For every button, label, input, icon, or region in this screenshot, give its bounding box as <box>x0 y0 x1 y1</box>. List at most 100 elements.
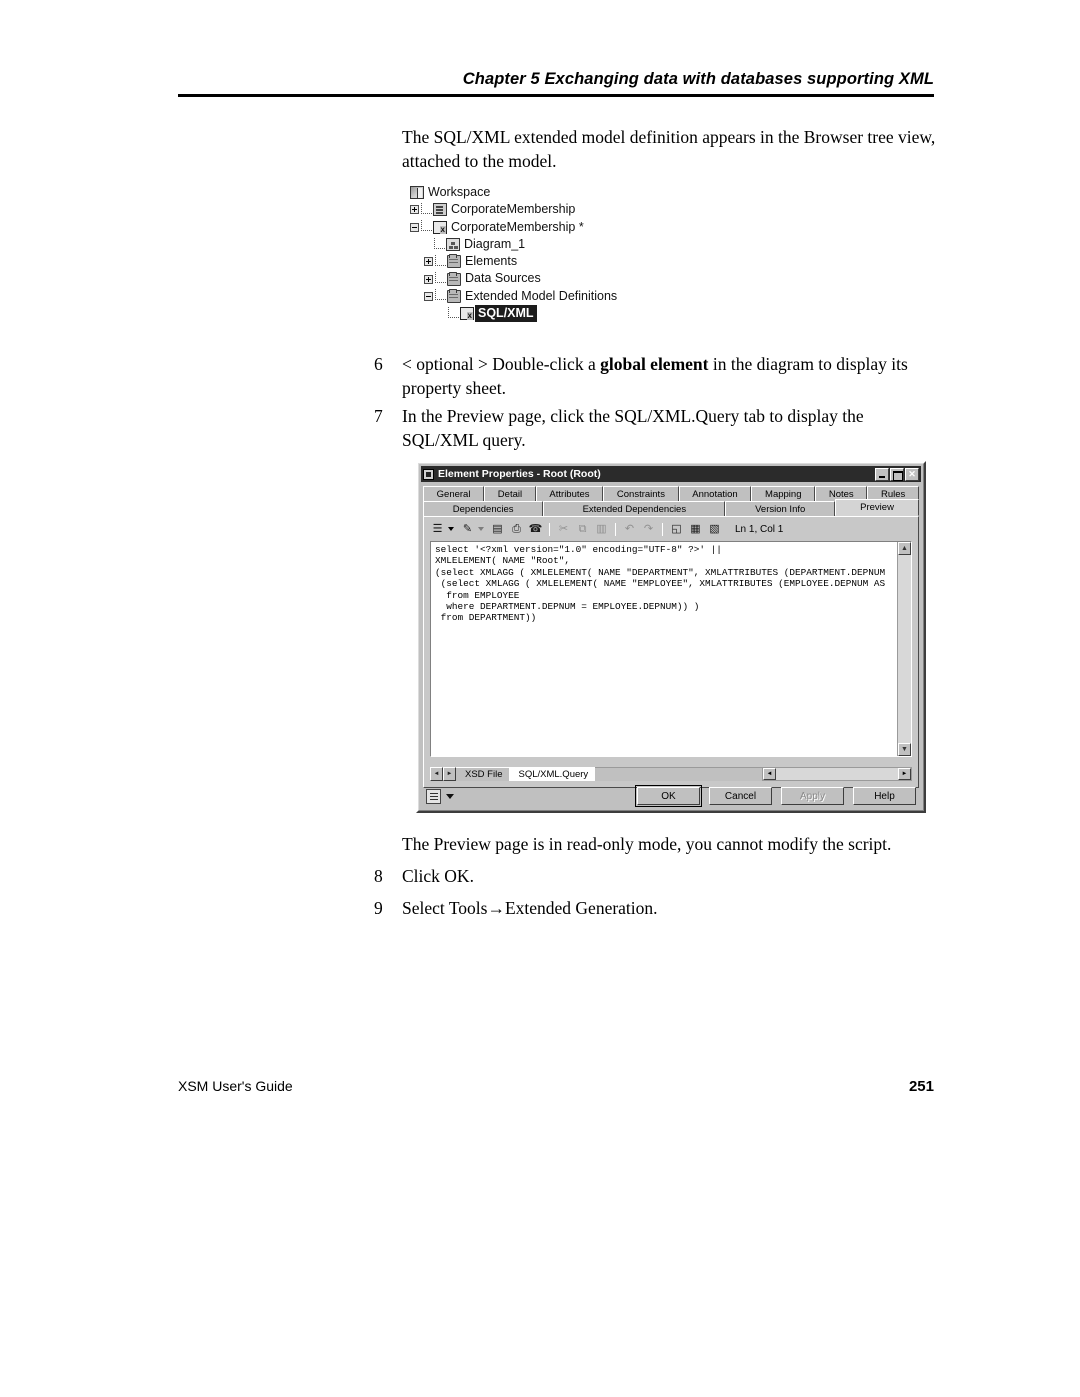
redo-icon[interactable]: ↷ <box>640 521 657 537</box>
tree-connector <box>435 272 446 284</box>
code-editor[interactable]: select '<?xml version="1.0" encoding="UT… <box>430 541 912 757</box>
tab-attributes[interactable]: Attributes <box>535 486 604 501</box>
maximize-button[interactable] <box>890 467 904 481</box>
header-rule <box>178 94 934 97</box>
expander-plus-icon[interactable] <box>424 257 433 267</box>
tree-connector <box>421 202 432 214</box>
new-list-glyph: ☰ <box>432 522 443 535</box>
tree-connector <box>448 306 459 318</box>
grid-icon[interactable]: ▦ <box>687 521 704 537</box>
scroll-down-button[interactable]: ▼ <box>898 743 911 756</box>
paste-icon[interactable]: ▥ <box>593 521 610 537</box>
step-number: 9 <box>374 898 383 918</box>
tree-connector <box>421 220 432 232</box>
tab-annotation[interactable]: Annotation <box>678 486 752 501</box>
dialog-tab-strip: General Detail Attributes Constraints An… <box>421 482 921 516</box>
xml-model-icon <box>433 220 447 234</box>
tree-node-corporatemembership-modified[interactable]: CorporateMembership * <box>410 219 617 236</box>
tree-node-corporatemembership[interactable]: CorporateMembership <box>410 201 617 218</box>
toolbar-separator <box>549 522 550 536</box>
edit-script-icon[interactable]: ▧ <box>706 521 723 537</box>
sheet-tab-bar: ◄ ► XSD File SQL/XML.Query ◄ ► <box>430 765 912 781</box>
undo-icon[interactable]: ↶ <box>621 521 638 537</box>
tab-mapping[interactable]: Mapping <box>751 486 816 501</box>
dialog-titlebar[interactable]: Element Properties - Root (Root) ✕ <box>421 466 921 482</box>
code-editor-viewport: select '<?xml version="1.0" encoding="UT… <box>431 542 897 756</box>
more-options-icon[interactable] <box>426 788 441 804</box>
window-buttons: ✕ <box>875 467 919 481</box>
expander-plus-icon[interactable] <box>424 274 433 284</box>
dialog-inner: Element Properties - Root (Root) ✕ Gener… <box>418 463 924 811</box>
tree-node-label: Workspace <box>428 185 491 199</box>
tab-constraints[interactable]: Constraints <box>603 486 679 501</box>
tab-row-2: Dependencies Extended Dependencies Versi… <box>423 499 920 516</box>
sheet-prev-button[interactable]: ◄ <box>430 767 443 781</box>
footer-guide-title: XSM User's Guide <box>178 1078 293 1094</box>
sql-query-code: select '<?xml version="1.0" encoding="UT… <box>435 544 886 624</box>
apply-button: Apply <box>781 787 844 805</box>
edit-properties-icon[interactable]: ✎ <box>459 521 476 537</box>
expander-plus-icon[interactable] <box>410 205 419 215</box>
new-list-icon[interactable]: ☰ <box>429 521 446 537</box>
ok-button[interactable]: OK <box>635 785 702 807</box>
edit-properties-dropdown-icon[interactable] <box>478 527 484 531</box>
tree-node-label: Elements <box>465 254 518 269</box>
step-text: In the Preview page, click the SQL/XML.Q… <box>402 406 864 450</box>
diagram-icon <box>446 238 460 252</box>
browser-tree-figure: Workspace CorporateMembership CorporateM… <box>410 184 617 323</box>
tree-node-label: Extended Model Definitions <box>465 288 618 303</box>
hscroll-left-button[interactable]: ◄ <box>763 768 776 780</box>
tree-node-diagram-1[interactable]: Diagram_1 <box>410 236 617 253</box>
hscroll-right-button[interactable]: ► <box>898 768 911 780</box>
save-icon[interactable]: ▤ <box>489 521 506 537</box>
vertical-scrollbar[interactable]: ▲ ▼ <box>897 542 911 756</box>
tab-preview[interactable]: Preview <box>835 499 920 516</box>
sheet-nav-buttons: ◄ ► <box>430 767 456 781</box>
edit-script-glyph: ▧ <box>709 522 720 535</box>
tab-extended-dependencies[interactable]: Extended Dependencies <box>543 501 726 516</box>
new-list-dropdown-icon[interactable] <box>448 527 454 531</box>
running-head-text: Chapter 5 Exchanging data with databases… <box>462 70 934 88</box>
horizontal-scrollbar[interactable]: ◄ ► <box>762 767 912 781</box>
minimize-button[interactable] <box>875 467 889 481</box>
cancel-button[interactable]: Cancel <box>709 787 772 805</box>
tree-node-workspace[interactable]: Workspace <box>410 184 617 201</box>
close-button[interactable]: ✕ <box>905 467 919 481</box>
tree-node-sqlxml[interactable]: SQL/XML <box>410 305 617 323</box>
tree-node-data-sources[interactable]: Data Sources <box>410 270 617 287</box>
copy-icon[interactable]: ⧉ <box>574 521 591 537</box>
dialog-button-bar: OK Cancel Apply Help <box>420 783 922 809</box>
sheet-next-button[interactable]: ► <box>443 767 456 781</box>
application-icon <box>423 468 434 480</box>
edit-properties-glyph: ✎ <box>462 522 473 535</box>
expander-minus-icon[interactable] <box>424 291 433 301</box>
expander-minus-icon[interactable] <box>410 222 419 232</box>
workspace-icon <box>410 186 424 200</box>
sheet-tab-xsd-file[interactable]: XSD File <box>456 767 510 781</box>
scroll-up-button[interactable]: ▲ <box>898 542 911 555</box>
tab-detail[interactable]: Detail <box>484 486 536 501</box>
cut-icon[interactable]: ✂ <box>555 521 572 537</box>
find-icon[interactable]: ☎ <box>527 521 544 537</box>
tab-version-info[interactable]: Version Info <box>725 501 836 516</box>
folder-icon <box>447 254 461 269</box>
page-header: Chapter 5 Exchanging data with databases… <box>178 70 934 97</box>
folder-icon <box>447 288 461 303</box>
tree-connector <box>434 237 445 249</box>
tab-dependencies[interactable]: Dependencies <box>423 501 544 516</box>
editor-toolbar: ☰ ✎ ▤ ⎙ ☎ ✂ ⧉ ▥ ↶ ↷ ◱ ▦ ▧ Ln 1, Col 1 <box>427 520 915 538</box>
open-editor-icon[interactable]: ◱ <box>668 521 685 537</box>
print-icon[interactable]: ⎙ <box>508 521 525 537</box>
note-paragraph: The Preview page is in read-only mode, y… <box>402 834 892 854</box>
tab-general[interactable]: General <box>423 486 485 501</box>
help-button[interactable]: Help <box>853 787 916 805</box>
sheet-tab-sqlxml-query[interactable]: SQL/XML.Query <box>509 767 596 781</box>
tree-node-label: CorporateMembership * <box>451 219 584 234</box>
tree-node-extended-model-definitions[interactable]: Extended Model Definitions <box>410 288 617 305</box>
tree-node-elements[interactable]: Elements <box>410 253 617 270</box>
copy-glyph: ⧉ <box>578 522 587 535</box>
tree-node-label: Data Sources <box>465 271 541 286</box>
page-footer: XSM User's Guide 251 <box>178 1078 934 1095</box>
more-options-dropdown-icon[interactable] <box>446 793 454 799</box>
step-text: < optional > Double-click a global eleme… <box>402 352 944 400</box>
